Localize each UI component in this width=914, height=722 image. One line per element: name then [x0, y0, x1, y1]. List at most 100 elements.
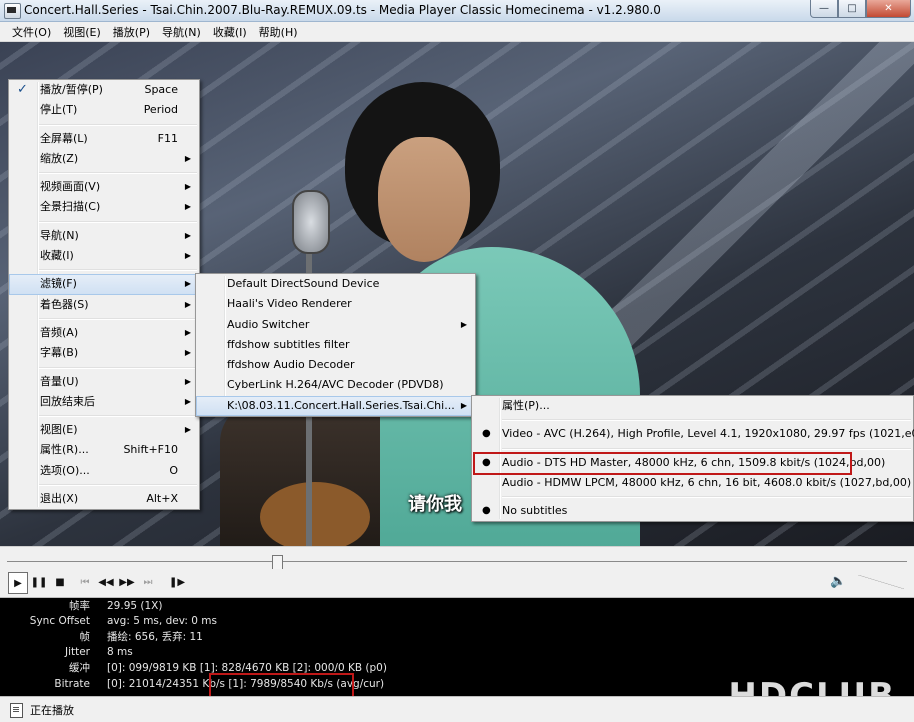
- speaker-icon[interactable]: 🔈: [830, 574, 846, 589]
- menu-item-video-avc-h-264-high-profile-level-4-1-1[interactable]: ● Video - AVC (H.264), High Profile, Leve…: [472, 424, 914, 444]
- radio-bullet-icon: ●: [482, 456, 491, 468]
- frame-step-button[interactable]: ❚▶: [168, 572, 186, 592]
- menu-item-ffdshow-audio-decoder[interactable]: ffdshow Audio Decoder: [196, 355, 475, 375]
- submenu-arrow-icon: ▶: [184, 396, 191, 406]
- menu-item-b[interactable]: 字幕(B) ▶: [9, 343, 199, 363]
- menu-item-label: 缩放(Z): [40, 151, 79, 165]
- menu-help[interactable]: 帮助(H): [253, 24, 304, 40]
- menu-item-a[interactable]: 音频(A) ▶: [9, 323, 199, 343]
- menu-item-n[interactable]: 导航(N) ▶: [9, 226, 199, 246]
- menu-item-shortcut: Shift+F10: [123, 443, 178, 457]
- window-title: Concert.Hall.Series - Tsai.Chin.2007.Blu…: [24, 3, 661, 17]
- pause-button[interactable]: ❚❚: [30, 572, 48, 592]
- menu-item-label: 全屏幕(L): [40, 131, 88, 145]
- menu-item-cyberlink-h-264-avc-decoder-pdvd8[interactable]: CyberLink H.264/AVC Decoder (PDVD8): [196, 375, 475, 395]
- submenu-arrow-icon: ▶: [460, 319, 467, 329]
- menu-item-default-directsound-device[interactable]: Default DirectSound Device: [196, 274, 475, 294]
- menu-separator: [39, 415, 197, 418]
- menu-item-shortcut: Alt+X: [146, 492, 178, 506]
- stat-label: 帧率: [69, 600, 90, 612]
- title-bar: Concert.Hall.Series - Tsai.Chin.2007.Blu…: [0, 0, 914, 22]
- menu-item-label: 音量(U): [40, 374, 79, 388]
- menu-item-t[interactable]: 停止(T) Period: [9, 100, 199, 120]
- menu-bar: 文件(O) 视图(E) 播放(P) 导航(N) 收藏(I) 帮助(H): [0, 22, 914, 42]
- menu-item-label: 滤镜(F): [40, 277, 77, 291]
- context-menu-streams: 属性(P)... ● Video - AVC (H.264), High Profi…: [471, 395, 914, 523]
- submenu-arrow-icon: ▶: [184, 299, 191, 309]
- next-button[interactable]: ⏭: [139, 572, 157, 592]
- forward-button[interactable]: ▶▶: [118, 572, 136, 592]
- menu-separator: [502, 496, 911, 499]
- microphone: [292, 190, 330, 254]
- menu-item-haali-s-video-renderer[interactable]: Haali's Video Renderer: [196, 294, 475, 314]
- close-button[interactable]: ✕: [866, 0, 911, 18]
- menu-item-label: Audio Switcher: [227, 317, 310, 331]
- app-icon[interactable]: [4, 3, 21, 19]
- stat-value: 29.95 (1X): [107, 600, 163, 612]
- menu-separator: [39, 366, 197, 369]
- menu-item-no-subtitles[interactable]: ● No subtitles: [472, 501, 913, 521]
- minimize-button[interactable]: —: [810, 0, 838, 18]
- stop-button[interactable]: ■: [51, 572, 69, 592]
- menu-item-x[interactable]: 退出(X) Alt+X: [9, 489, 199, 509]
- menu-item-label: 选项(O)...: [40, 463, 90, 477]
- volume-slider[interactable]: [858, 575, 904, 589]
- seek-thumb[interactable]: [272, 555, 283, 570]
- menu-item-u[interactable]: 音量(U) ▶: [9, 372, 199, 392]
- menu-separator: [39, 123, 197, 126]
- stat-label: 缓冲: [69, 662, 90, 674]
- stat-row: Jitter 8 ms: [0, 645, 914, 660]
- menu-item-audio-hdmw-lpcm-48000-khz-6-chn-16-bit-4[interactable]: Audio - HDMW LPCM, 48000 kHz, 6 chn, 16 …: [472, 473, 913, 493]
- menu-play[interactable]: 播放(P): [107, 24, 156, 40]
- stat-label: Jitter: [64, 646, 90, 658]
- submenu-arrow-icon: ▶: [184, 182, 191, 192]
- menu-item-l[interactable]: 全屏幕(L) F11: [9, 129, 199, 149]
- stat-label: Bitrate: [54, 678, 90, 690]
- play-button[interactable]: ▶: [8, 572, 28, 594]
- submenu-arrow-icon: ▶: [184, 425, 191, 435]
- previous-button[interactable]: ⏮: [76, 572, 94, 592]
- bitrate-audio: [1]: 7989/8540 Kb/s (avg/cur): [228, 678, 385, 690]
- menu-view[interactable]: 视图(E): [57, 24, 107, 40]
- seek-track[interactable]: [7, 561, 907, 562]
- stat-value: [0]: 21014/24351 Kb/s [1]: 7989/8540 Kb/…: [107, 677, 384, 692]
- menu-item-i[interactable]: 收藏(I) ▶: [9, 246, 199, 266]
- menu-item-ffdshow-subtitles-filter[interactable]: ffdshow subtitles filter: [196, 335, 475, 355]
- menu-favorites[interactable]: 收藏(I): [207, 24, 253, 40]
- menu-item-k-08-03-11-concert-hall-series-tsai-chi[interactable]: K:\08.03.11.Concert.Hall.Series.Tsai.Chi…: [196, 395, 475, 417]
- menu-item-p[interactable]: 属性(P)...: [472, 396, 913, 416]
- menu-navigate[interactable]: 导航(N): [156, 24, 207, 40]
- video-subtitle: 请你我: [408, 494, 462, 515]
- menu-item-label: 视频画面(V): [40, 180, 101, 194]
- menu-item-p[interactable]: ✓ 播放/暂停(P) Space: [9, 80, 199, 100]
- maximize-button[interactable]: □: [838, 0, 866, 18]
- menu-item-label: CyberLink H.264/AVC Decoder (PDVD8): [227, 378, 444, 392]
- stat-label: 帧: [79, 631, 91, 643]
- stat-row: Sync Offset avg: 5 ms, dev: 0 ms: [0, 614, 914, 629]
- menu-item-label: 退出(X): [40, 492, 79, 506]
- menu-file[interactable]: 文件(O): [0, 24, 57, 40]
- rewind-button[interactable]: ◀◀: [97, 572, 115, 592]
- menu-item-label: Haali's Video Renderer: [227, 297, 352, 311]
- menu-item-e[interactable]: 视图(E) ▶: [9, 420, 199, 440]
- menu-item-c[interactable]: 全景扫描(C) ▶: [9, 197, 199, 217]
- menu-item-r[interactable]: 属性(R)... Shift+F10: [9, 440, 199, 460]
- menu-item-audio-dts-hd-master-48000-khz-6-chn-1509[interactable]: ● Audio - DTS HD Master, 48000 kHz, 6 chn…: [472, 451, 913, 475]
- menu-item-label: 收藏(I): [40, 249, 74, 263]
- stat-label: Sync Offset: [29, 615, 90, 627]
- menu-item-s[interactable]: 着色器(S) ▶: [9, 295, 199, 315]
- menu-item-o[interactable]: 选项(O)... O: [9, 461, 199, 481]
- stat-value: 播绘: 656, 丢弃: 11: [107, 631, 203, 643]
- menu-item-label: 字幕(B): [40, 346, 79, 360]
- menu-item-v[interactable]: 视频画面(V) ▶: [9, 177, 199, 197]
- menu-item-f[interactable]: 滤镜(F) ▶: [9, 274, 199, 295]
- menu-item-19[interactable]: 回放结束后 ▶: [9, 392, 199, 412]
- menu-item-label: 属性(P)...: [502, 399, 550, 412]
- menu-item-label: 视图(E): [40, 423, 78, 437]
- stat-row: 帧率 29.95 (1X): [0, 599, 914, 614]
- menu-separator: [39, 484, 197, 487]
- playback-toolbar: ▶ ❚❚ ■ ⏮ ◀◀ ▶▶ ⏭ ❚▶ 🔈: [0, 569, 914, 598]
- menu-item-z[interactable]: 缩放(Z) ▶: [9, 149, 199, 169]
- context-menu-filters: Default DirectSound Device Haali's Video …: [195, 273, 476, 418]
- menu-item-audio-switcher[interactable]: Audio Switcher ▶: [196, 315, 475, 335]
